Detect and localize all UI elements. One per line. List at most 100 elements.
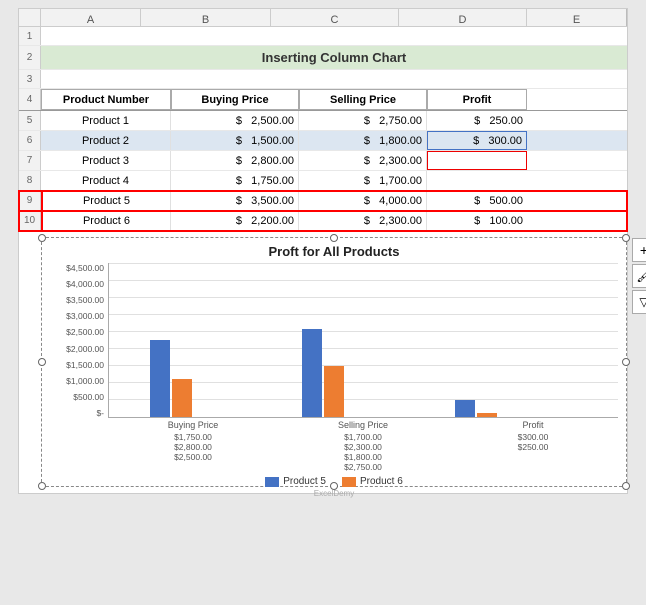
bar-orange-1 — [172, 379, 192, 417]
y-label: $- — [96, 408, 104, 418]
chart-filter-button[interactable]: ▽ — [632, 290, 646, 314]
cell-buying-1: $ 2,500.00 — [171, 111, 299, 130]
y-label: $1,500.00 — [66, 360, 104, 370]
row-num-3: 3 — [19, 70, 41, 88]
chart-add-button[interactable]: + — [632, 238, 646, 262]
y-label: $3,000.00 — [66, 311, 104, 321]
col-header-b: B — [141, 9, 271, 26]
y-label: $2,000.00 — [66, 344, 104, 354]
handle-rc — [622, 358, 630, 366]
cell-product-1: Product 1 — [41, 111, 171, 130]
chart-heading: Proft for All Products — [50, 244, 618, 259]
table-header-row: 4 Product Number Buying Price Selling Pr… — [19, 89, 627, 111]
cell-profit-2: $ 300.00 — [427, 131, 527, 150]
table-row: 7 Product 3 $ 2,800.00 $ 2,300.00 — [19, 151, 627, 171]
bar-orange-3 — [477, 413, 497, 417]
handle-tc — [330, 234, 338, 242]
cell-product-6: Product 6 — [41, 211, 171, 230]
y-label: $4,500.00 — [66, 263, 104, 273]
col-header-e: E — [527, 9, 627, 26]
y-axis: $4,500.00 $4,000.00 $3,500.00 $3,000.00 … — [50, 263, 108, 418]
col-header-d: D — [399, 9, 527, 26]
table-row: 6 Product 2 $ 1,500.00 $ 1,800.00 $ 300.… — [19, 131, 627, 151]
y-label: $2,500.00 — [66, 327, 104, 337]
cell-buying-3: $ 2,800.00 — [171, 151, 299, 170]
chart-style-button[interactable]: 🖌 — [632, 264, 646, 288]
cell-profit-1: $ 250.00 — [427, 111, 527, 130]
bar-group-1 — [150, 340, 192, 417]
val-label: $300.00 — [448, 432, 618, 442]
cell-selling-1: $ 2,750.00 — [299, 111, 427, 130]
handle-bl — [38, 482, 46, 490]
col-header-a: A — [41, 9, 141, 26]
row-num-1: 1 — [19, 27, 41, 45]
legend-item-product5: Product 5 — [265, 476, 326, 487]
chart-area: Proft for All Products $4,500.00 $4,000.… — [41, 237, 627, 487]
row-num-5: 5 — [19, 111, 41, 130]
col-header-c: C — [271, 9, 399, 26]
table-row: 8 Product 4 $ 1,750.00 $ 1,700.00 — [19, 171, 627, 191]
header-product-number: Product Number — [41, 89, 171, 110]
row-num-2: 2 — [19, 46, 41, 69]
bar-blue-1 — [150, 340, 170, 417]
cell-profit-6: $ 100.00 — [427, 211, 527, 230]
x-label-selling: Selling Price — [278, 420, 448, 430]
cell-product-5: Product 5 — [41, 191, 171, 210]
legend-label-product6: Product 6 — [360, 476, 403, 487]
val-label: $1,750.00 — [108, 432, 278, 442]
cell-selling-5: $ 4,000.00 — [299, 191, 427, 210]
bar-group-3 — [455, 400, 497, 417]
bar-orange-2 — [324, 366, 344, 417]
cell-selling-6: $ 2,300.00 — [299, 211, 427, 230]
bar-group-2 — [302, 329, 344, 417]
cell-selling-4: $ 1,700.00 — [299, 171, 427, 190]
cell-buying-4: $ 1,750.00 — [171, 171, 299, 190]
x-label-buying: Buying Price — [108, 420, 278, 430]
y-label: $3,500.00 — [66, 295, 104, 305]
val-label: $2,800.00 — [108, 442, 278, 452]
y-label: $500.00 — [73, 392, 104, 402]
handle-bc — [330, 482, 338, 490]
handle-tl — [38, 234, 46, 242]
cell-profit-4-empty — [427, 171, 527, 190]
chart-title-cell: Inserting Column Chart — [41, 46, 627, 69]
row-num-4: 4 — [19, 89, 41, 110]
row-num-7: 7 — [19, 151, 41, 170]
row-num-9: 9 — [19, 191, 41, 210]
cell-selling-3: $ 2,300.00 — [299, 151, 427, 170]
val-label: $2,750.00 — [278, 462, 448, 472]
header-profit: Profit — [427, 89, 527, 110]
table-row: 9 Product 5 $ 3,500.00 $ 4,000.00 $ 500.… — [19, 191, 627, 211]
watermark: ExcelDemy — [50, 489, 618, 498]
cell-buying-5: $ 3,500.00 — [171, 191, 299, 210]
header-buying-price: Buying Price — [171, 89, 299, 110]
cell-product-3: Product 3 — [41, 151, 171, 170]
cell-buying-6: $ 2,200.00 — [171, 211, 299, 230]
legend-color-product6 — [342, 477, 356, 487]
data-value-labels: $1,750.00 $2,800.00 $2,500.00 $1,700.00 … — [108, 432, 618, 472]
bar-blue-2 — [302, 329, 322, 417]
cell-buying-2: $ 1,500.00 — [171, 131, 299, 150]
cell-profit-3-empty — [427, 151, 527, 170]
table-row: 10 Product 6 $ 2,200.00 $ 2,300.00 $ 100… — [19, 211, 627, 231]
handle-br — [622, 482, 630, 490]
title-row: 2 Inserting Column Chart — [19, 46, 627, 70]
legend-color-product5 — [265, 477, 279, 487]
handle-tr — [622, 234, 630, 242]
y-label: $4,000.00 — [66, 279, 104, 289]
val-label: $250.00 — [448, 442, 618, 452]
chart-plot — [108, 263, 618, 418]
cell-product-4: Product 4 — [41, 171, 171, 190]
row-num-6: 6 — [19, 131, 41, 150]
table-row: 5 Product 1 $ 2,500.00 $ 2,750.00 $ 250.… — [19, 111, 627, 131]
val-label: $2,300.00 — [278, 442, 448, 452]
cell-selling-2: $ 1,800.00 — [299, 131, 427, 150]
handle-lc — [38, 358, 46, 366]
row-num-10: 10 — [19, 211, 41, 230]
val-label: $1,800.00 — [278, 452, 448, 462]
val-label: $1,700.00 — [278, 432, 448, 442]
x-label-profit: Profit — [448, 420, 618, 430]
legend-item-product6: Product 6 — [342, 476, 403, 487]
row-num-8: 8 — [19, 171, 41, 190]
legend-label-product5: Product 5 — [283, 476, 326, 487]
